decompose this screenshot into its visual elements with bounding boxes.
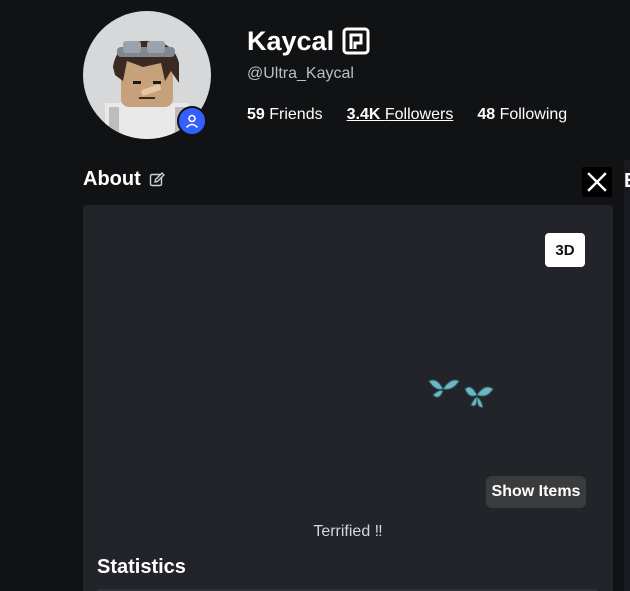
friends-count: 59 <box>247 106 265 123</box>
online-status-badge <box>177 106 207 136</box>
butterfly-accessory-image <box>428 379 494 408</box>
premium-icon <box>342 27 370 55</box>
friends-label: Friends <box>269 106 323 123</box>
avatar-headshot-container[interactable] <box>83 11 211 139</box>
view-3d-button[interactable]: 3D <box>545 233 585 267</box>
following-stat[interactable]: 48 Following <box>477 106 567 124</box>
show-items-button[interactable]: Show Items <box>486 476 586 508</box>
following-label: Following <box>499 106 568 123</box>
statistics-heading: Statistics <box>97 556 186 578</box>
about-title: About <box>83 168 141 190</box>
following-count: 48 <box>477 106 496 123</box>
profile-page: Kaycal @Ultra_Kaycal 59 Friends 3.4K Fol… <box>0 0 630 591</box>
avatar-status-text: Terrified ‼ <box>313 523 383 540</box>
right-column-heading-fragment: E <box>624 170 630 193</box>
x-logo-icon <box>587 172 607 192</box>
edit-icon[interactable] <box>149 171 165 188</box>
avatar-viewer-panel: 3D Show Items Terrified ‼ Statistics <box>83 205 613 591</box>
followers-label: Followers <box>384 106 454 123</box>
right-column-edge <box>624 160 630 591</box>
display-name-row: Kaycal <box>247 24 370 58</box>
followers-count: 3.4K <box>346 106 381 123</box>
friends-stat[interactable]: 59 Friends <box>247 106 323 124</box>
x-social-link[interactable] <box>582 167 612 197</box>
about-header: About <box>83 168 165 191</box>
person-icon <box>185 114 199 129</box>
username: @Ultra_Kaycal <box>247 65 354 82</box>
followers-stat[interactable]: 3.4K Followers <box>347 106 454 124</box>
display-name: Kaycal <box>247 26 335 56</box>
social-stats: 59 Friends 3.4K Followers 48 Following <box>247 106 567 124</box>
